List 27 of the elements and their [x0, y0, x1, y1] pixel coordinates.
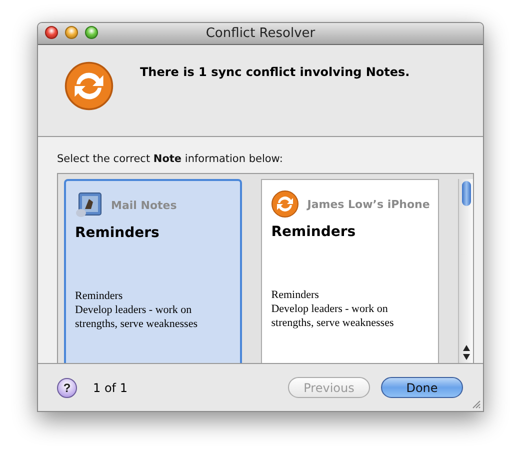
record-title: Reminders [75, 225, 160, 241]
scroll-bar[interactable] [458, 179, 473, 363]
record-card[interactable]: James Low’s iPhone Reminders Reminders Develop leaders - work on strengths, serve weaknesses [261, 179, 440, 363]
record-title: Reminders [271, 224, 357, 240]
help-button[interactable]: ? [57, 378, 77, 398]
record-card[interactable]: Mail Notes Reminders Reminders Develop leaders - work on strengths, serve weaknesses [64, 179, 242, 363]
zoom-icon[interactable] [85, 26, 98, 39]
instruction-text: Select the correct Note information below: [57, 153, 284, 165]
record-body-text: Reminders [271, 288, 320, 302]
window-title: Conflict Resolver [206, 26, 316, 41]
mail-stamp-icon [75, 191, 103, 219]
page-counter: 1 of 1 [93, 380, 128, 394]
close-icon[interactable] [45, 26, 58, 39]
scroll-up-icon[interactable] [462, 345, 470, 351]
record-body-text: Develop leaders - work on strengths, serve weaknesses [271, 302, 395, 330]
scroll-down-icon[interactable] [462, 354, 470, 360]
source-name: Mail Notes [111, 198, 177, 212]
resize-grip-icon[interactable] [471, 399, 481, 409]
sync-icon [64, 61, 114, 111]
source-name: James Low’s iPhone [307, 198, 430, 210]
done-button[interactable]: Done [381, 377, 463, 398]
minimize-icon[interactable] [65, 26, 78, 39]
conflict-message: There is 1 sync conflict involving Notes. [140, 65, 410, 79]
sync-icon [271, 190, 300, 218]
record-body-text: Develop leaders - work on strengths, serve weaknesses [75, 303, 198, 331]
record-body-text: Reminders [75, 289, 124, 303]
scroll-thumb[interactable] [462, 181, 471, 206]
